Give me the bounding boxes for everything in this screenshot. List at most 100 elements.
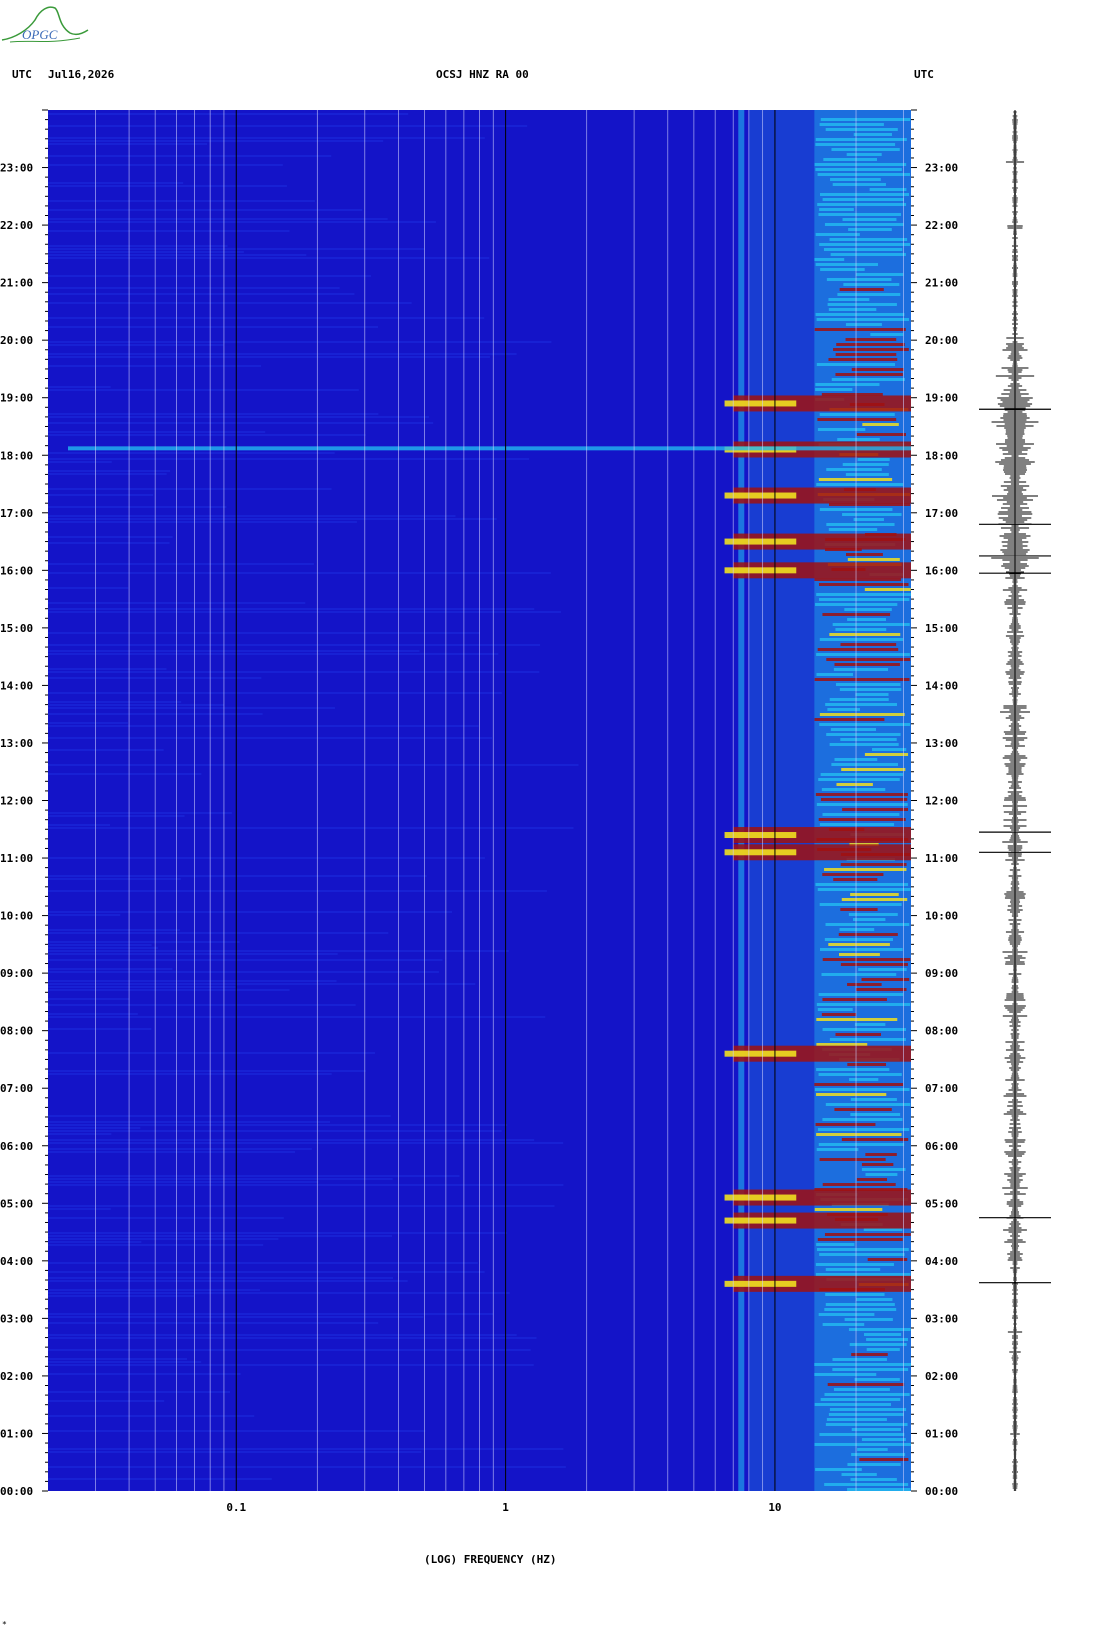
heatmap-row — [815, 263, 878, 266]
heatmap-row — [847, 1063, 887, 1066]
heatmap-streak — [48, 971, 439, 973]
heatmap-row — [853, 918, 886, 921]
heatmap-row — [833, 348, 909, 351]
strong-event-core — [724, 1194, 797, 1201]
heatmap-row — [815, 1123, 876, 1126]
heatmap-streak — [48, 932, 389, 934]
heatmap-row — [822, 958, 911, 961]
heatmap-streak — [48, 473, 167, 475]
heatmap-row — [818, 1073, 902, 1076]
heatmap-streak — [48, 749, 164, 751]
seismogram-trace — [979, 110, 1051, 1491]
heatmap-row — [814, 1088, 910, 1091]
heatmap-row — [845, 473, 889, 476]
heatmap-row — [833, 1388, 890, 1391]
heatmap-row — [818, 583, 909, 586]
heatmap-row — [834, 663, 900, 666]
heatmap-streak — [48, 1013, 138, 1015]
heatmap-row — [831, 148, 900, 151]
heatmap-streak — [48, 653, 499, 655]
heatmap-streak — [48, 416, 430, 418]
heatmap-streak — [48, 944, 152, 946]
heatmap-row — [819, 243, 911, 246]
heatmap-streak — [48, 1361, 202, 1363]
heatmap-streak — [48, 515, 456, 517]
heatmap-streak — [48, 701, 182, 703]
heatmap-streak — [48, 218, 388, 220]
heatmap-row — [846, 553, 883, 556]
heatmap-streak — [48, 182, 184, 184]
heatmap-row — [866, 1338, 908, 1341]
time-label-left: 11:00 — [0, 852, 33, 865]
heatmap-row — [822, 1323, 865, 1326]
heatmap-streak — [48, 494, 154, 496]
heatmap-streak — [48, 1217, 284, 1219]
heatmap-streak — [48, 1349, 531, 1351]
heatmap-row — [858, 968, 907, 971]
heatmap-streak — [48, 275, 371, 277]
heatmap-row — [826, 278, 892, 281]
heatmap-row — [829, 1408, 907, 1411]
heatmap-row — [824, 1308, 897, 1311]
heatmap-streak — [48, 1151, 296, 1153]
heatmap-streak — [48, 506, 227, 508]
heatmap-streak — [48, 677, 262, 679]
heatmap-row — [843, 283, 900, 286]
heatmap-streak — [48, 326, 379, 328]
heatmap-row — [814, 678, 910, 681]
heatmap-row — [836, 783, 873, 786]
heatmap-row — [826, 658, 911, 661]
time-label-left: 02:00 — [0, 1370, 33, 1383]
heatmap-row — [847, 1463, 901, 1466]
time-label-right: 11:00 — [925, 852, 958, 865]
heatmap-row — [828, 528, 878, 531]
heatmap-streak — [48, 1391, 231, 1393]
heatmap-row — [856, 988, 907, 991]
heatmap-row — [830, 253, 906, 256]
heatmap-row — [832, 623, 910, 626]
heatmap-row — [827, 1383, 905, 1386]
heatmap-streak — [48, 1358, 188, 1360]
heatmap-streak — [48, 953, 338, 955]
time-label-left: 13:00 — [0, 737, 33, 750]
heatmap-streak — [48, 572, 551, 574]
heatmap-row — [847, 1488, 911, 1491]
time-label-right: 21:00 — [925, 277, 958, 290]
heatmap-streak — [48, 302, 412, 304]
heatmap-streak — [48, 1016, 546, 1018]
heatmap-streak — [48, 1127, 141, 1129]
heatmap-streak — [48, 1262, 478, 1264]
heatmap-row — [825, 1423, 908, 1426]
heatmap-streak — [48, 230, 290, 232]
heatmap-streak — [48, 1373, 241, 1375]
heatmap-streak — [48, 1448, 564, 1450]
heatmap-row — [818, 598, 910, 601]
strong-event-core — [724, 567, 797, 574]
heatmap-row — [822, 998, 887, 1001]
heatmap-row — [841, 1473, 877, 1476]
heatmap-row — [822, 873, 884, 876]
heatmap-streak — [48, 1130, 502, 1132]
heatmap-row — [842, 513, 902, 516]
heatmap-row — [829, 698, 889, 701]
heatmap-row — [835, 1033, 882, 1036]
heatmap-row — [830, 178, 881, 181]
heatmap-streak — [48, 644, 541, 646]
time-label-left: 00:00 — [0, 1485, 33, 1498]
heatmap-row — [847, 983, 882, 986]
heatmap-row — [837, 438, 880, 441]
heatmap-row — [827, 303, 897, 306]
heatmap-row — [814, 258, 845, 261]
heatmap-row — [816, 1068, 890, 1071]
heatmap-streak — [48, 1322, 379, 1324]
heatmap-streak — [48, 1073, 332, 1075]
heatmap-row — [832, 1358, 887, 1361]
heatmap-row — [840, 908, 878, 911]
heatmap-row — [828, 308, 877, 311]
heatmap-row — [816, 1148, 859, 1151]
heatmap-row — [822, 813, 900, 816]
heatmap-row — [816, 1133, 902, 1136]
heatmap-row — [849, 1343, 907, 1346]
heatmap-row — [836, 343, 905, 346]
heatmap-streak — [48, 452, 335, 454]
